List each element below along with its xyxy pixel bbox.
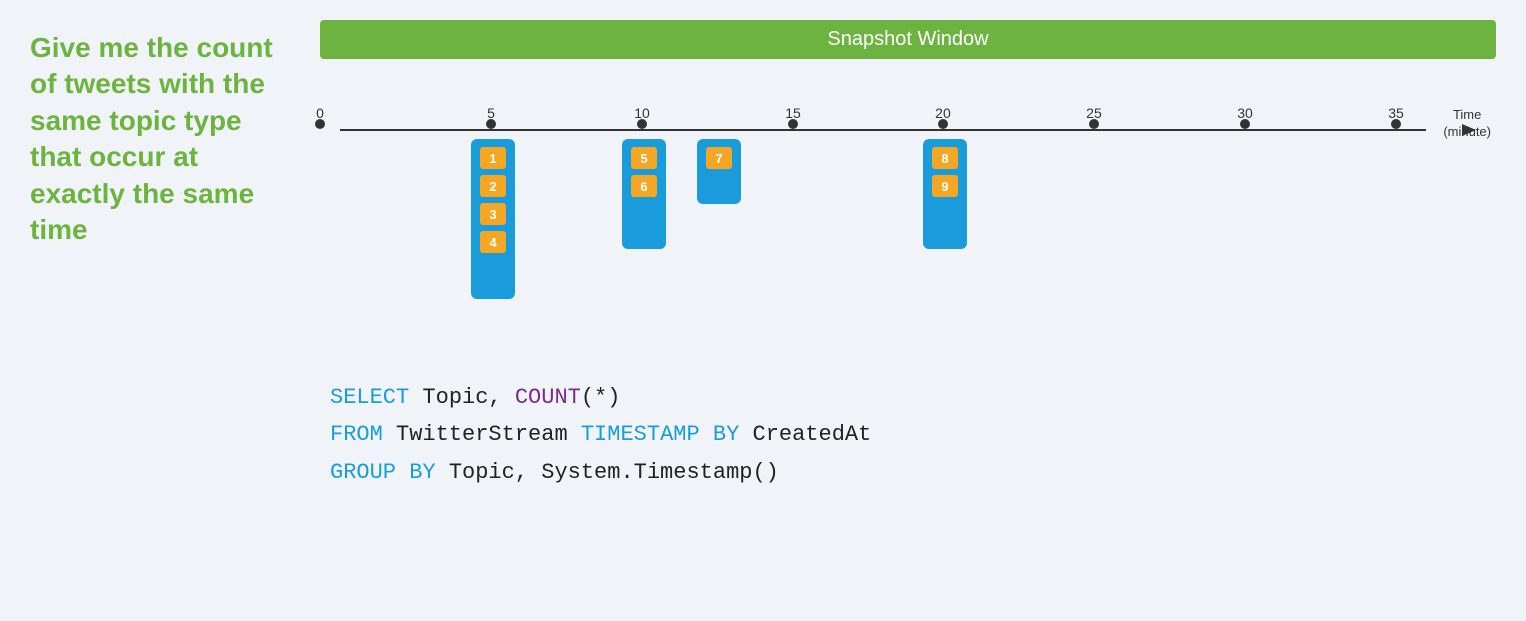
tick-dot-5 <box>486 119 496 129</box>
tweet-num-8: 8 <box>932 147 958 169</box>
timeline-area: 0 5 10 15 20 25 30 35 Time(minute) 1 2 <box>320 69 1496 349</box>
sql-line1-rest: Topic, <box>409 385 515 410</box>
left-panel: Give me the count of tweets with the sam… <box>0 0 310 621</box>
sql-section: SELECT Topic, COUNT(*) FROM TwitterStrea… <box>320 369 1496 491</box>
sql-group-kw: GROUP <box>330 460 396 485</box>
sql-groupby-rest: Topic, System.Timestamp() <box>436 460 779 485</box>
sql-select-kw: SELECT <box>330 385 409 410</box>
time-axis-label: Time(minute) <box>1443 107 1491 141</box>
tweet-bar-3: 7 <box>697 139 741 204</box>
tick-dot-10 <box>637 119 647 129</box>
sql-from-kw: FROM <box>330 422 383 447</box>
tick-dot-25 <box>1089 119 1099 129</box>
right-panel: Snapshot Window 0 5 10 15 20 25 30 35 Ti… <box>310 0 1526 621</box>
sql-table: TwitterStream <box>383 422 581 447</box>
sql-timestamp-kw: TIMESTAMP <box>581 422 700 447</box>
tweet-num-7: 7 <box>706 147 732 169</box>
sql-count-kw: COUNT <box>515 385 581 410</box>
tweet-bar-1: 1 2 3 4 <box>471 139 515 299</box>
tick-dot-0 <box>315 119 325 129</box>
sql-line-2: FROM TwitterStream TIMESTAMP BY CreatedA… <box>330 416 1496 453</box>
sql-by-kw: BY <box>700 422 740 447</box>
tweet-num-5: 5 <box>631 147 657 169</box>
description-text: Give me the count of tweets with the sam… <box>30 30 290 248</box>
sql-line-1: SELECT Topic, COUNT(*) <box>330 379 1496 416</box>
tweet-num-9: 9 <box>932 175 958 197</box>
tweet-bar-2: 5 6 <box>622 139 666 249</box>
sql-field: CreatedAt <box>739 422 871 447</box>
snapshot-header: Snapshot Window <box>320 20 1496 59</box>
sql-line1-end: (*) <box>581 385 621 410</box>
tweet-num-2: 2 <box>480 175 506 197</box>
sql-line-3: GROUP BY Topic, System.Timestamp() <box>330 454 1496 491</box>
tweet-num-6: 6 <box>631 175 657 197</box>
tick-dot-15 <box>788 119 798 129</box>
tick-dot-30 <box>1240 119 1250 129</box>
tweet-bar-4: 8 9 <box>923 139 967 249</box>
tweet-num-4: 4 <box>480 231 506 253</box>
tweet-num-3: 3 <box>480 203 506 225</box>
sql-groupby-kw: BY <box>396 460 436 485</box>
tweet-num-1: 1 <box>480 147 506 169</box>
timeline-line <box>340 129 1426 131</box>
tick-dot-35 <box>1391 119 1401 129</box>
tick-dot-20 <box>938 119 948 129</box>
